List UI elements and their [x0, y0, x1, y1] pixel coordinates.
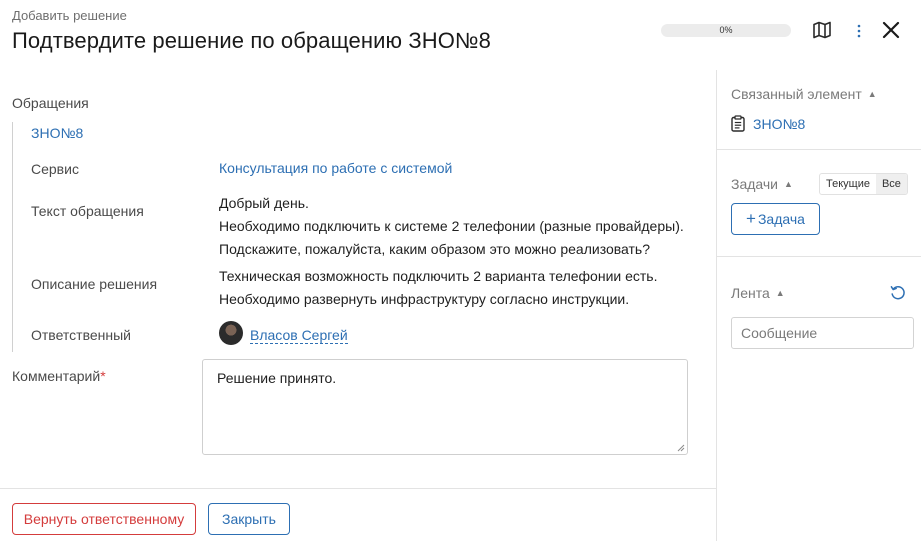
responsible-label: Ответственный [31, 327, 131, 343]
related-header[interactable]: Связанный элемент ▲ [731, 86, 877, 102]
close-icon [882, 21, 900, 39]
progress-text: 0% [719, 25, 733, 35]
add-task-button[interactable]: + Задача [731, 203, 820, 235]
sidebar-divider [717, 256, 921, 257]
tasks-filter-all[interactable]: Все [875, 174, 907, 194]
solution-text-line: Техническая возможность подключить 2 вар… [219, 268, 658, 284]
refresh-icon[interactable] [889, 284, 907, 302]
ticket-text-label: Текст обращения [31, 203, 144, 219]
map-button[interactable] [810, 18, 834, 42]
tickets-section-label: Обращения [12, 95, 89, 111]
right-sidebar: Связанный элемент ▲ ЗНО№8 Задачи ▲ Текущ… [717, 70, 921, 541]
ticket-text-line: Добрый день. [219, 195, 309, 211]
tasks-title: Задачи [731, 176, 779, 192]
comment-label-text: Комментарий [12, 368, 101, 384]
chevron-up-icon: ▲ [784, 179, 793, 189]
main-panel: Обращения ЗНО№8 Сервис Консультация по р… [0, 70, 716, 541]
ticket-text: Добрый день. Необходимо подключить к сис… [219, 192, 684, 261]
ticket-text-line: Необходимо подключить к системе 2 телефо… [219, 218, 684, 234]
related-item-link[interactable]: ЗНО№8 [731, 115, 805, 132]
message-input[interactable] [731, 317, 914, 349]
dialog-title: Подтвердите решение по обращению ЗНО№8 [12, 28, 491, 53]
solution-text-line: Необходимо развернуть инфраструктуру сог… [219, 291, 630, 307]
comment-textarea[interactable]: Решение принято. [202, 359, 688, 455]
more-menu-button[interactable] [850, 20, 868, 42]
service-link[interactable]: Консультация по работе с системой [219, 157, 452, 180]
required-mark: * [100, 368, 106, 384]
solution-text: Техническая возможность подключить 2 вар… [219, 265, 657, 311]
dialog-subtitle: Добавить решение [12, 8, 127, 23]
plus-icon: + [746, 209, 756, 228]
tree-line [12, 122, 13, 352]
map-icon [813, 21, 831, 39]
related-item-label: ЗНО№8 [753, 115, 806, 132]
related-title: Связанный элемент [731, 86, 862, 102]
solution-label: Описание решения [31, 276, 158, 292]
avatar [219, 321, 243, 345]
dialog-header: Добавить решение Подтвердите решение по … [0, 0, 921, 70]
resize-handle-icon[interactable] [677, 444, 685, 452]
comment-value: Решение принято. [217, 370, 337, 386]
clipboard-icon [731, 115, 745, 132]
chevron-up-icon: ▲ [775, 288, 785, 298]
comment-label: Комментарий* [12, 368, 106, 384]
close-ticket-button[interactable]: Закрыть [208, 503, 290, 535]
service-label: Сервис [31, 161, 79, 177]
feed-header[interactable]: Лента ▲ [731, 285, 785, 301]
return-to-responsible-button[interactable]: Вернуть ответственному [12, 503, 196, 535]
ticket-text-line: Подскажите, пожалуйста, каким образом эт… [219, 241, 651, 257]
responsible-link[interactable]: Власов Сергей [250, 327, 348, 344]
close-button[interactable] [878, 17, 904, 43]
more-vertical-icon [857, 24, 861, 38]
sidebar-divider [717, 149, 921, 150]
progress-bar: 0% [661, 24, 791, 37]
add-task-label: Задача [757, 211, 805, 227]
chevron-up-icon: ▲ [867, 89, 877, 99]
tasks-filter: Текущие Все [819, 173, 908, 195]
feed-title: Лента [731, 285, 770, 301]
ticket-link[interactable]: ЗНО№8 [31, 125, 83, 141]
tasks-filter-current[interactable]: Текущие [820, 174, 876, 194]
footer-divider [0, 488, 716, 489]
tasks-header[interactable]: Задачи ▲ [731, 176, 793, 192]
